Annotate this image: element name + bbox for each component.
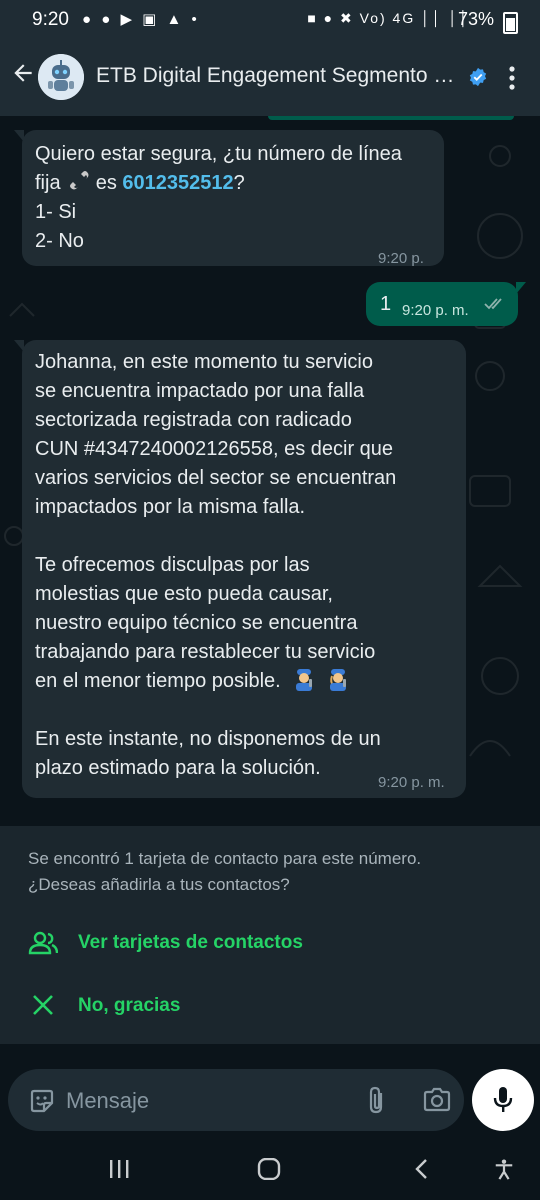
message-line: sectorizada registrada con radicado xyxy=(35,409,352,431)
message-time: 9:20 p. m. xyxy=(402,302,469,319)
bubble-tail xyxy=(14,340,24,352)
bubble-tail xyxy=(516,282,526,294)
more-vert-icon[interactable] xyxy=(502,64,522,92)
message-line: trabajando para restablecer tu servicio xyxy=(35,641,376,663)
previous-message-edge xyxy=(268,116,514,120)
notification-icons: ● ● ▶ ▣ ▲ • xyxy=(82,11,200,28)
close-icon xyxy=(33,995,53,1015)
read-ticks-icon xyxy=(484,298,502,310)
phone-number-link[interactable]: 6012352512 xyxy=(122,172,233,194)
message-paragraph: Johanna, en este momento tu servicio se … xyxy=(35,348,466,522)
outgoing-message[interactable]: 1 9:20 p. m. xyxy=(366,282,526,326)
recent-apps-icon[interactable] xyxy=(108,1158,130,1180)
system-nav-bar xyxy=(0,1138,540,1200)
message-line: impactados por la misma falla. xyxy=(35,496,306,518)
system-status-icons: ■ ● ✖ Vo) 4G ││ ││ xyxy=(307,10,470,26)
message-line: nuestro equipo técnico se encuentra xyxy=(35,612,358,634)
incoming-message[interactable]: Johanna, en este momento tu servicio se … xyxy=(14,340,466,798)
message-line: En este instante, no disponemos de un xyxy=(35,728,381,750)
robot-avatar-icon xyxy=(38,54,84,100)
message-text: ? xyxy=(233,172,245,194)
message-line: CUN #4347240002126558, es decir que xyxy=(35,438,394,460)
message-text: es xyxy=(95,172,117,194)
chat-area[interactable]: Quiero estar segura, ¿tu número de línea… xyxy=(0,116,540,826)
telephone-receiver-icon xyxy=(70,171,89,190)
message-text: 1 xyxy=(380,293,392,315)
message-box[interactable] xyxy=(8,1069,464,1131)
status-bar: 9:20 ● ● ▶ ▣ ▲ • ■ ● ✖ Vo) 4G ││ ││ 73% xyxy=(0,0,540,40)
message-line: Te ofrecemos disculpas por las xyxy=(35,554,310,576)
accessibility-icon[interactable] xyxy=(492,1158,516,1180)
banner-text: Se encontró 1 tarjeta de contacto para e… xyxy=(28,846,508,898)
message-line: molestias que esto pueda causar, xyxy=(35,583,333,605)
message-input[interactable] xyxy=(64,1082,328,1120)
chat-title[interactable]: ETB Digital Engagement Segmento Hogares xyxy=(96,64,460,88)
message-text: en el menor tiempo posible. xyxy=(35,670,281,692)
contact-card-banner: Se encontró 1 tarjeta de contacto para e… xyxy=(0,826,540,1044)
status-time: 9:20 xyxy=(32,9,69,30)
battery-icon xyxy=(503,12,518,34)
avatar[interactable] xyxy=(38,54,84,100)
message-line: se encuentra impactado por una falla xyxy=(35,380,365,402)
message-line: varios servicios del sector se encuentra… xyxy=(35,467,397,489)
back-arrow-icon[interactable] xyxy=(10,60,36,86)
option-line: 1- Si xyxy=(35,201,77,223)
bubble-tail xyxy=(14,130,24,142)
verified-badge-icon xyxy=(469,67,487,87)
incoming-message[interactable]: Quiero estar segura, ¿tu número de línea… xyxy=(14,130,444,296)
people-icon xyxy=(28,931,58,955)
chat-header: ETB Digital Engagement Segmento Hogares xyxy=(0,40,540,116)
back-nav-icon[interactable] xyxy=(412,1158,430,1180)
mechanic-emoji-icon xyxy=(329,669,346,691)
message-paragraph: Te ofrecemos disculpas por las molestias… xyxy=(35,551,466,696)
camera-icon[interactable] xyxy=(422,1087,452,1113)
banner-line: ¿Deseas añadirla a tus contactos? xyxy=(28,875,290,894)
view-contact-cards-label: Ver tarjetas de contactos xyxy=(78,932,303,953)
banner-line: Se encontró 1 tarjeta de contacto para e… xyxy=(28,849,422,868)
message-text: fija xyxy=(35,172,61,194)
message-line: fija es 6012352512? xyxy=(35,169,444,198)
message-line: Johanna, en este momento tu servicio xyxy=(35,351,373,373)
attach-icon[interactable] xyxy=(366,1085,388,1115)
message-line: en el menor tiempo posible. xyxy=(35,667,466,696)
no-thanks-label: No, gracias xyxy=(78,995,181,1016)
mechanic-emoji-icon xyxy=(296,669,313,691)
sticker-icon[interactable] xyxy=(28,1087,56,1115)
voice-message-button[interactable] xyxy=(472,1069,534,1131)
message-time: 9:20 p. m. xyxy=(378,774,445,791)
battery-percent: 73% xyxy=(457,9,494,29)
message-line: Quiero estar segura, ¿tu número de línea xyxy=(35,143,402,165)
home-icon[interactable] xyxy=(256,1158,282,1180)
microphone-icon xyxy=(493,1087,513,1112)
